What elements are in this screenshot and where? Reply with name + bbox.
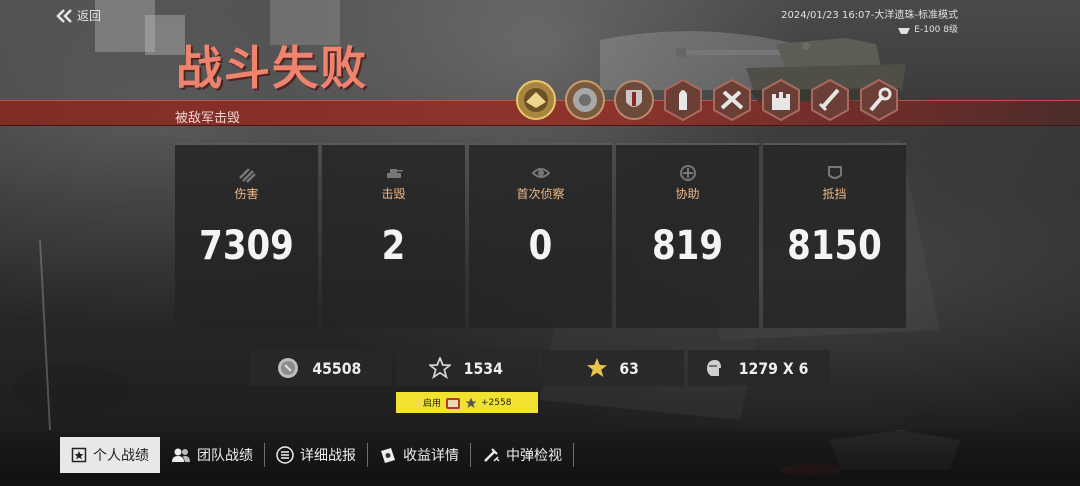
double-chevron-left-icon bbox=[56, 8, 72, 23]
stat-first-spot: 首次侦察 0 bbox=[469, 143, 612, 328]
stat-label: 抵挡 bbox=[822, 187, 847, 201]
stat-value: 819 bbox=[652, 223, 723, 269]
gold-crest-medal-icon bbox=[516, 80, 556, 120]
rewards-row: 45508 1534 63 1279 X 6 bbox=[250, 350, 830, 386]
match-info: 2024/01/23 16:07-大洋遗珠-标准模式 E-100 8级 bbox=[781, 9, 958, 37]
medal-item[interactable] bbox=[610, 77, 658, 123]
stat-value: 8150 bbox=[787, 223, 882, 269]
booster-activate-button[interactable]: 启用 +2558 bbox=[396, 392, 538, 413]
stat-kills: 击毁 2 bbox=[322, 143, 465, 328]
sword-badge-icon bbox=[811, 78, 849, 122]
wrench-badge-icon bbox=[860, 78, 898, 122]
stat-label: 首次侦察 bbox=[516, 187, 565, 201]
stat-label: 击毁 bbox=[381, 187, 406, 201]
reward-gold-xp: 63 bbox=[542, 350, 684, 386]
block-icon bbox=[828, 166, 842, 179]
back-button[interactable]: 返回 bbox=[56, 7, 101, 24]
reward-value: 45508 bbox=[312, 358, 362, 378]
medal-row bbox=[512, 77, 903, 123]
shell-badge-icon bbox=[664, 78, 702, 122]
medal-item[interactable] bbox=[806, 77, 854, 123]
silver-coin-icon bbox=[278, 358, 299, 378]
reward-value: 1534 bbox=[463, 358, 503, 378]
stat-value: 2 bbox=[381, 223, 406, 269]
result-tabs: 个人战绩 团队战绩 详细战报 收益详情 中弹检视 bbox=[60, 437, 574, 473]
tank-kill-icon bbox=[387, 169, 403, 178]
stat-blocked: 抵挡 8150 bbox=[763, 143, 906, 328]
list-icon bbox=[276, 446, 294, 464]
personal-record-icon bbox=[71, 447, 87, 463]
tab-team-record[interactable]: 团队战绩 bbox=[160, 437, 264, 473]
tab-label: 收益详情 bbox=[403, 448, 459, 464]
experience-star-small-icon bbox=[465, 397, 477, 408]
stat-damage: 伤害 7309 bbox=[175, 143, 318, 328]
medal-item[interactable] bbox=[659, 77, 707, 123]
crossed-guns-badge-icon bbox=[713, 78, 751, 122]
assist-icon bbox=[680, 165, 696, 181]
booster-label: 启用 bbox=[423, 399, 442, 409]
medal-item[interactable] bbox=[708, 77, 756, 123]
stat-label: 伤害 bbox=[234, 187, 259, 201]
match-datetime-map: 2024/01/23 16:07-大洋遗珠-标准模式 bbox=[781, 10, 958, 21]
reward-silver: 45508 bbox=[250, 350, 392, 386]
experience-star-icon bbox=[428, 357, 451, 379]
hit-inspect-icon bbox=[484, 448, 500, 462]
tab-divider bbox=[573, 443, 574, 467]
reward-value: 63 bbox=[619, 358, 639, 378]
booster-card-icon bbox=[446, 397, 461, 409]
result-subtitle: 被敌军击毁 bbox=[175, 111, 241, 126]
stat-assist: 协助 819 bbox=[616, 143, 759, 328]
eye-icon bbox=[531, 168, 551, 178]
earnings-icon bbox=[381, 448, 395, 463]
stat-label: 协助 bbox=[675, 187, 700, 201]
stat-value: 0 bbox=[528, 223, 553, 269]
crew-helmet-icon bbox=[707, 360, 722, 376]
tank-name: E-100 8级 bbox=[914, 25, 958, 35]
team-icon bbox=[172, 448, 190, 462]
stat-value: 7309 bbox=[199, 223, 294, 269]
medal-item[interactable] bbox=[855, 77, 903, 123]
heavy-tank-class-icon bbox=[898, 28, 911, 34]
medal-item[interactable] bbox=[561, 77, 609, 123]
tab-detailed-report[interactable]: 详细战报 bbox=[265, 437, 367, 473]
tab-hit-inspection[interactable]: 中弹检视 bbox=[471, 437, 573, 473]
tab-label: 详细战报 bbox=[300, 448, 356, 464]
reward-value: 1279 X 6 bbox=[739, 358, 809, 378]
tab-personal-record[interactable]: 个人战绩 bbox=[60, 437, 160, 473]
stats-panel: 伤害 7309 击毁 2 首次侦察 0 协助 819 抵挡 8150 bbox=[175, 143, 906, 328]
reward-crew: 1279 X 6 bbox=[688, 350, 830, 386]
medal-item[interactable] bbox=[757, 77, 805, 123]
reward-experience: 1534 bbox=[396, 350, 538, 386]
damage-icon bbox=[239, 168, 256, 183]
back-label: 返回 bbox=[77, 9, 102, 23]
bronze-crest-medal-icon bbox=[565, 80, 605, 120]
shield-crest-medal-icon bbox=[614, 80, 654, 120]
tab-label: 中弹检视 bbox=[506, 448, 562, 464]
tab-label: 团队战绩 bbox=[197, 448, 253, 464]
medal-item[interactable] bbox=[512, 77, 560, 123]
tab-earnings-detail[interactable]: 收益详情 bbox=[368, 437, 470, 473]
fortress-badge-icon bbox=[762, 78, 800, 122]
tab-label: 个人战绩 bbox=[93, 448, 149, 464]
booster-bonus: +2558 bbox=[481, 397, 512, 408]
result-title: 战斗失败 bbox=[176, 41, 368, 95]
gold-star-icon bbox=[586, 358, 607, 377]
